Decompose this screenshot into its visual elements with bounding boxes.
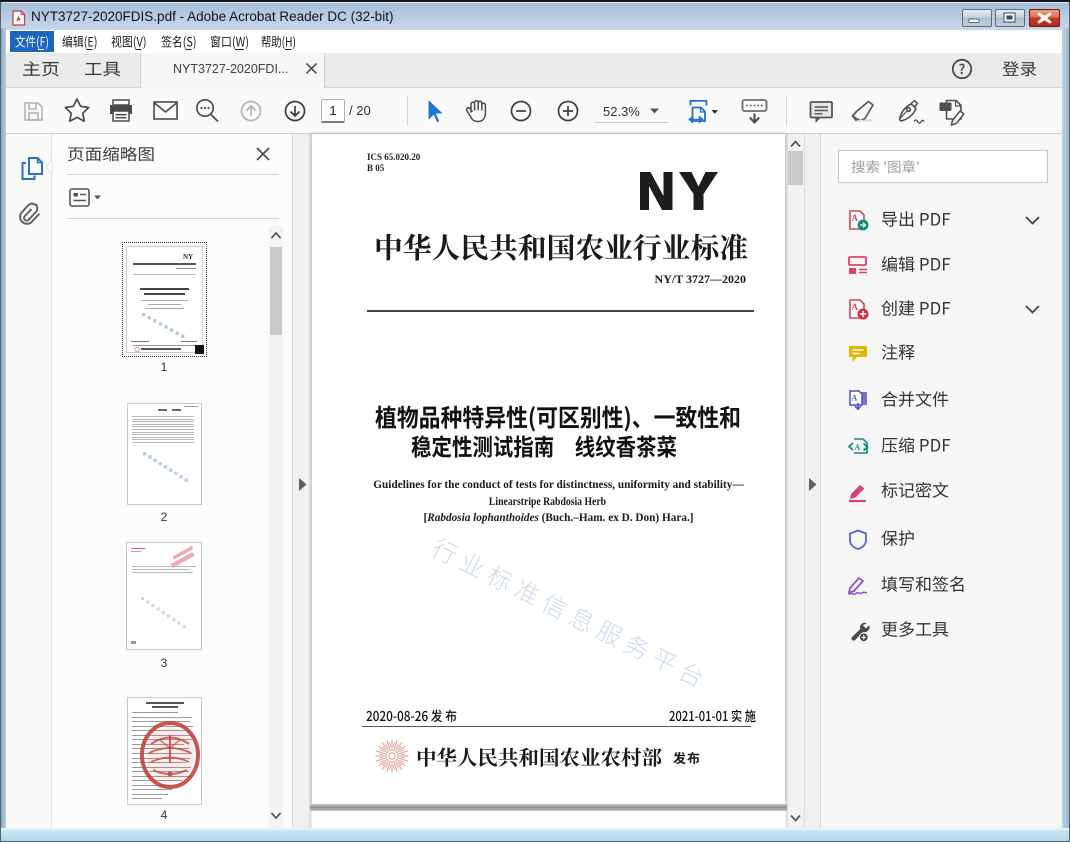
svg-text:A: A bbox=[852, 302, 859, 312]
svg-text:A: A bbox=[852, 213, 859, 223]
svg-text:NY: NY bbox=[183, 253, 193, 261]
svg-text:A: A bbox=[852, 394, 858, 403]
svg-text:A: A bbox=[855, 443, 861, 452]
